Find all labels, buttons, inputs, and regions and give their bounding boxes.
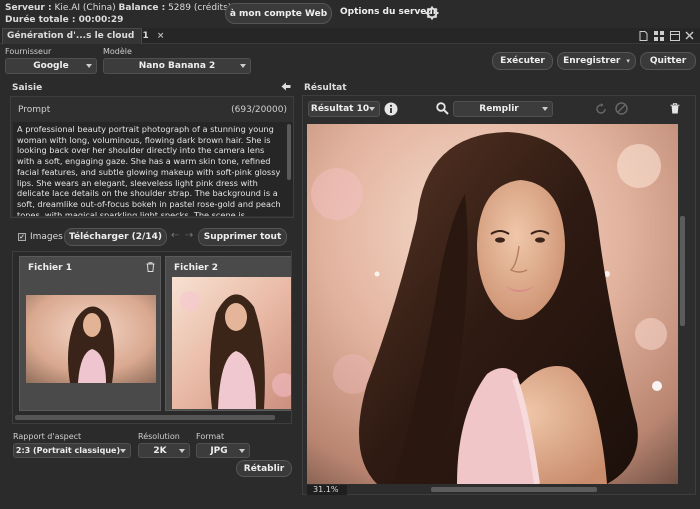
fill-select[interactable]: Remplir	[453, 101, 553, 117]
file-name: Fichier 1	[28, 263, 72, 273]
files-area: Fichier 1 Fichier 2	[12, 251, 292, 424]
duration-label: Durée totale :	[5, 15, 76, 25]
prompt-box: Prompt (693/20000) A professional beauty…	[10, 96, 294, 218]
delete-all-button[interactable]: Supprimer tout	[198, 228, 287, 246]
trash-icon[interactable]	[146, 262, 155, 272]
model-select[interactable]: Nano Banana 2	[103, 58, 251, 74]
balance-value: 5289 (crédits)	[168, 3, 232, 13]
model-value: Nano Banana 2	[138, 61, 216, 71]
document-icon[interactable]	[639, 31, 648, 41]
result-panel: Résultat 10 Remplir 31.1%	[302, 95, 696, 495]
chevron-down-icon	[120, 448, 126, 453]
file-card[interactable]: Fichier 1	[19, 256, 161, 411]
gear-icon[interactable]	[425, 6, 439, 20]
save-label: Enregistrer	[563, 56, 621, 66]
web-account-button[interactable]: à mon compte Web	[225, 3, 332, 24]
zoom-value: 31.1%	[313, 485, 339, 494]
arrow-right-icon[interactable]: ⇢	[185, 230, 193, 241]
horizontal-scrollbar[interactable]	[431, 487, 597, 492]
prompt-label: Prompt	[18, 105, 51, 115]
close-window-icon[interactable]	[685, 31, 694, 40]
tab-count: 1	[142, 31, 149, 41]
refresh-icon[interactable]	[595, 103, 607, 115]
images-checkbox[interactable]: ✓	[18, 233, 26, 241]
result-image-viewport[interactable]	[307, 124, 678, 484]
model-label: Modèle	[103, 47, 132, 56]
format-select[interactable]: JPG	[196, 443, 250, 458]
duration-value: 00:00:29	[78, 15, 124, 25]
prompt-scrollbar[interactable]	[287, 124, 291, 180]
save-button[interactable]: Enregistrer ▾	[557, 52, 636, 70]
chevron-down-icon	[239, 448, 245, 453]
server-options-link[interactable]: Options du serveur	[340, 7, 437, 17]
quit-button[interactable]: Quitter	[640, 52, 696, 70]
provider-value: Google	[33, 61, 69, 71]
info-icon[interactable]	[384, 102, 398, 116]
file-name: Fichier 2	[174, 263, 218, 273]
file-card[interactable]: Fichier 2	[165, 256, 291, 411]
provider-select[interactable]: Google	[5, 58, 97, 74]
input-section-title: Saisie	[12, 83, 43, 93]
tab-cloud-generation[interactable]: Génération d'...s le cloud 1 ×	[2, 28, 164, 44]
header-bar: Serveur : Kie.AI (China) Balance : 5289 …	[0, 0, 700, 28]
format-label: Format	[196, 432, 225, 441]
server-options-label: Options du serveur	[340, 7, 438, 17]
prompt-count: (693/20000)	[231, 105, 287, 115]
cancel-icon[interactable]	[615, 102, 628, 115]
chevron-down-icon	[179, 448, 185, 453]
run-button[interactable]: Exécuter	[492, 52, 553, 70]
zoom-indicator: 31.1%	[307, 485, 347, 495]
chevron-down-icon	[86, 64, 92, 68]
server-value: Kie.AI (China)	[54, 3, 116, 13]
result-section-title: Résultat	[304, 83, 347, 93]
tab-bar: Génération d'...s le cloud 1 ×	[0, 28, 700, 44]
search-icon[interactable]	[436, 102, 449, 115]
chevron-down-icon	[542, 107, 548, 111]
reset-button[interactable]: Rétablir	[236, 460, 292, 477]
server-line: Serveur : Kie.AI (China) Balance : 5289 …	[5, 3, 231, 13]
images-label: Images	[30, 232, 63, 242]
trash-icon[interactable]	[670, 103, 680, 114]
tab-close-icon[interactable]: ×	[157, 31, 165, 41]
duration-line: Durée totale : 00:00:29	[5, 15, 123, 25]
resolution-value: 2K	[153, 445, 167, 456]
resolution-select[interactable]: 2K	[138, 443, 190, 458]
aspect-value: 2:3 (Portrait classique)	[15, 446, 121, 455]
balance-label: Balance :	[118, 3, 166, 13]
fill-select-value: Remplir	[479, 104, 519, 114]
tab-label: Génération d'...s le cloud	[7, 31, 135, 41]
upload-button[interactable]: Télécharger (2/14)	[64, 228, 167, 246]
prompt-textarea[interactable]: A professional beauty portrait photograp…	[13, 122, 293, 216]
resolution-label: Résolution	[138, 432, 180, 441]
aspect-select[interactable]: 2:3 (Portrait classique)	[13, 443, 131, 458]
aspect-label: Rapport d'aspect	[13, 432, 82, 441]
file-thumbnail	[26, 295, 156, 383]
chevron-down-icon	[240, 64, 246, 68]
format-value: JPG	[210, 445, 228, 456]
result-select-value: Résultat 10	[310, 104, 370, 114]
layout-icon[interactable]	[670, 31, 680, 41]
file-thumbnail	[172, 277, 291, 409]
files-scrollbar[interactable]	[15, 415, 275, 420]
vertical-scrollbar[interactable]	[680, 216, 685, 326]
chevron-down-icon	[369, 107, 375, 111]
arrow-left-icon[interactable]: ⇠	[171, 230, 179, 241]
prompt-text: A professional beauty portrait photograp…	[17, 124, 281, 216]
provider-label: Fournisseur	[5, 47, 52, 56]
server-label: Serveur :	[5, 3, 52, 13]
result-select[interactable]: Résultat 10	[308, 101, 380, 117]
grid-icon[interactable]	[654, 31, 664, 41]
arrow-left-icon[interactable]	[281, 82, 291, 91]
chevron-down-icon[interactable]: ▾	[626, 57, 630, 65]
result-image	[307, 124, 678, 484]
